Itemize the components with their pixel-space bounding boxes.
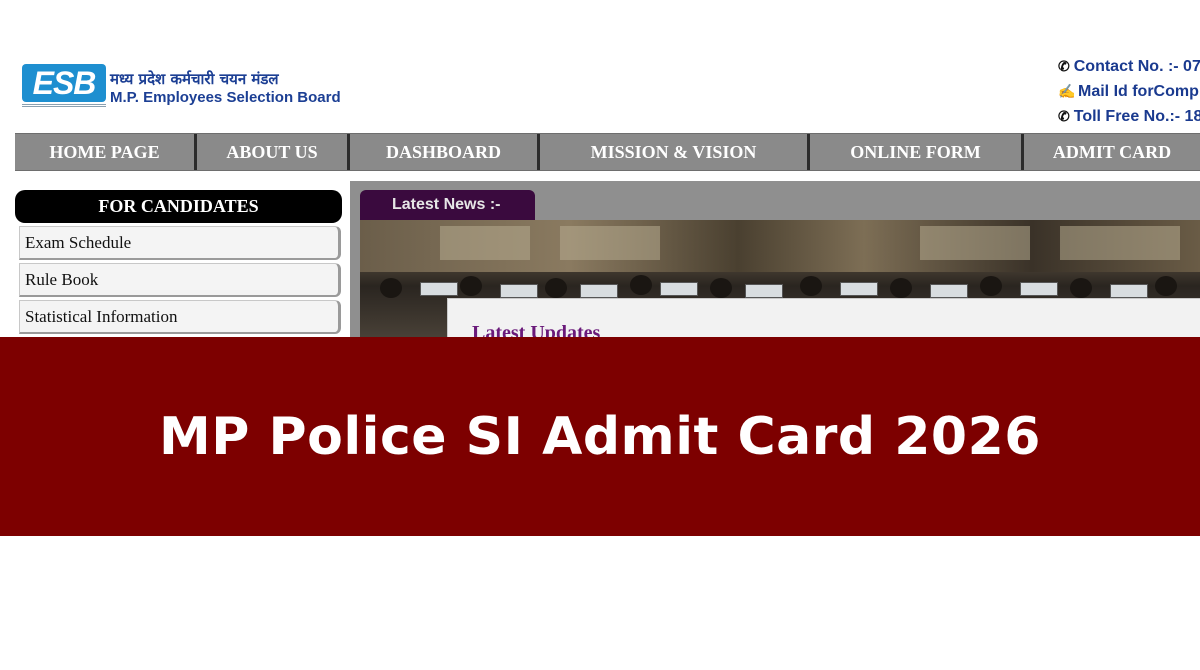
photo-monitor (840, 282, 878, 296)
photo-person (800, 276, 822, 296)
photo-window (560, 226, 660, 260)
logo-letters: ESB (32, 65, 97, 101)
photo-person (890, 278, 912, 298)
toll-free-text: Toll Free No.:- 180 (1073, 108, 1200, 125)
sidebar-item-exam-schedule[interactable]: Exam Schedule (19, 226, 341, 260)
nav-mission-vision[interactable]: MISSION & VISION (540, 134, 810, 170)
photo-monitor (745, 284, 783, 298)
photo-person (460, 276, 482, 296)
logo-tagline-lines (22, 104, 106, 107)
nav-admit-card[interactable]: ADMIT CARD (1024, 134, 1200, 170)
photo-window (1060, 226, 1180, 260)
sidebar-item-statistical-information[interactable]: Statistical Information (19, 300, 341, 334)
contact-mail[interactable]: ✍ Mail Id forCompla (1058, 79, 1200, 104)
nav-about-us[interactable]: ABOUT US (197, 134, 350, 170)
contact-mail-text: Mail Id forCompla (1078, 83, 1200, 100)
main-nav: HOME PAGE ABOUT US DASHBOARD MISSION & V… (15, 133, 1200, 171)
brand-name: मध्य प्रदेश कर्मचारी चयन मंडल M.P. Emplo… (110, 70, 350, 108)
photo-monitor (500, 284, 538, 298)
photo-monitor (930, 284, 968, 298)
photo-monitor (1020, 282, 1058, 296)
nav-home-page[interactable]: HOME PAGE (15, 134, 197, 170)
photo-person (980, 276, 1002, 296)
brand-english: M.P. Employees Selection Board (110, 89, 341, 106)
photo-person (710, 278, 732, 298)
phone-icon: ✆ (1058, 108, 1070, 124)
photo-window (920, 226, 1030, 260)
photo-monitor (660, 282, 698, 296)
photo-monitor (420, 282, 458, 296)
photo-person (630, 275, 652, 295)
photo-window (440, 226, 530, 260)
brand-hindi: मध्य प्रदेश कर्मचारी चयन मंडल (110, 70, 279, 88)
title-banner: MP Police SI Admit Card 2026 (0, 337, 1200, 536)
photo-person (545, 278, 567, 298)
nav-dashboard[interactable]: DASHBOARD (350, 134, 540, 170)
sidebar-title: FOR CANDIDATES (15, 190, 342, 223)
banner-title: MP Police SI Admit Card 2026 (159, 406, 1041, 467)
nav-online-form[interactable]: ONLINE FORM (810, 134, 1024, 170)
photo-monitor (1110, 284, 1148, 298)
photo-person (380, 278, 402, 298)
mail-icon: ✍ (1058, 83, 1076, 99)
esb-logo[interactable]: ESB (22, 64, 106, 112)
contact-info: ✆ Contact No. :- 0755- ✍ Mail Id forComp… (1058, 54, 1200, 129)
photo-person (1155, 276, 1177, 296)
photo-monitor (580, 284, 618, 298)
phone-icon: ✆ (1058, 58, 1070, 74)
sidebar-item-rule-book[interactable]: Rule Book (19, 263, 341, 297)
contact-number: ✆ Contact No. :- 0755- (1058, 54, 1200, 79)
photo-person (1070, 278, 1092, 298)
contact-number-text: Contact No. :- 0755- (1073, 58, 1200, 75)
latest-news-tab[interactable]: Latest News :- (360, 190, 535, 220)
toll-free-number: ✆ Toll Free No.:- 180 (1058, 104, 1200, 129)
